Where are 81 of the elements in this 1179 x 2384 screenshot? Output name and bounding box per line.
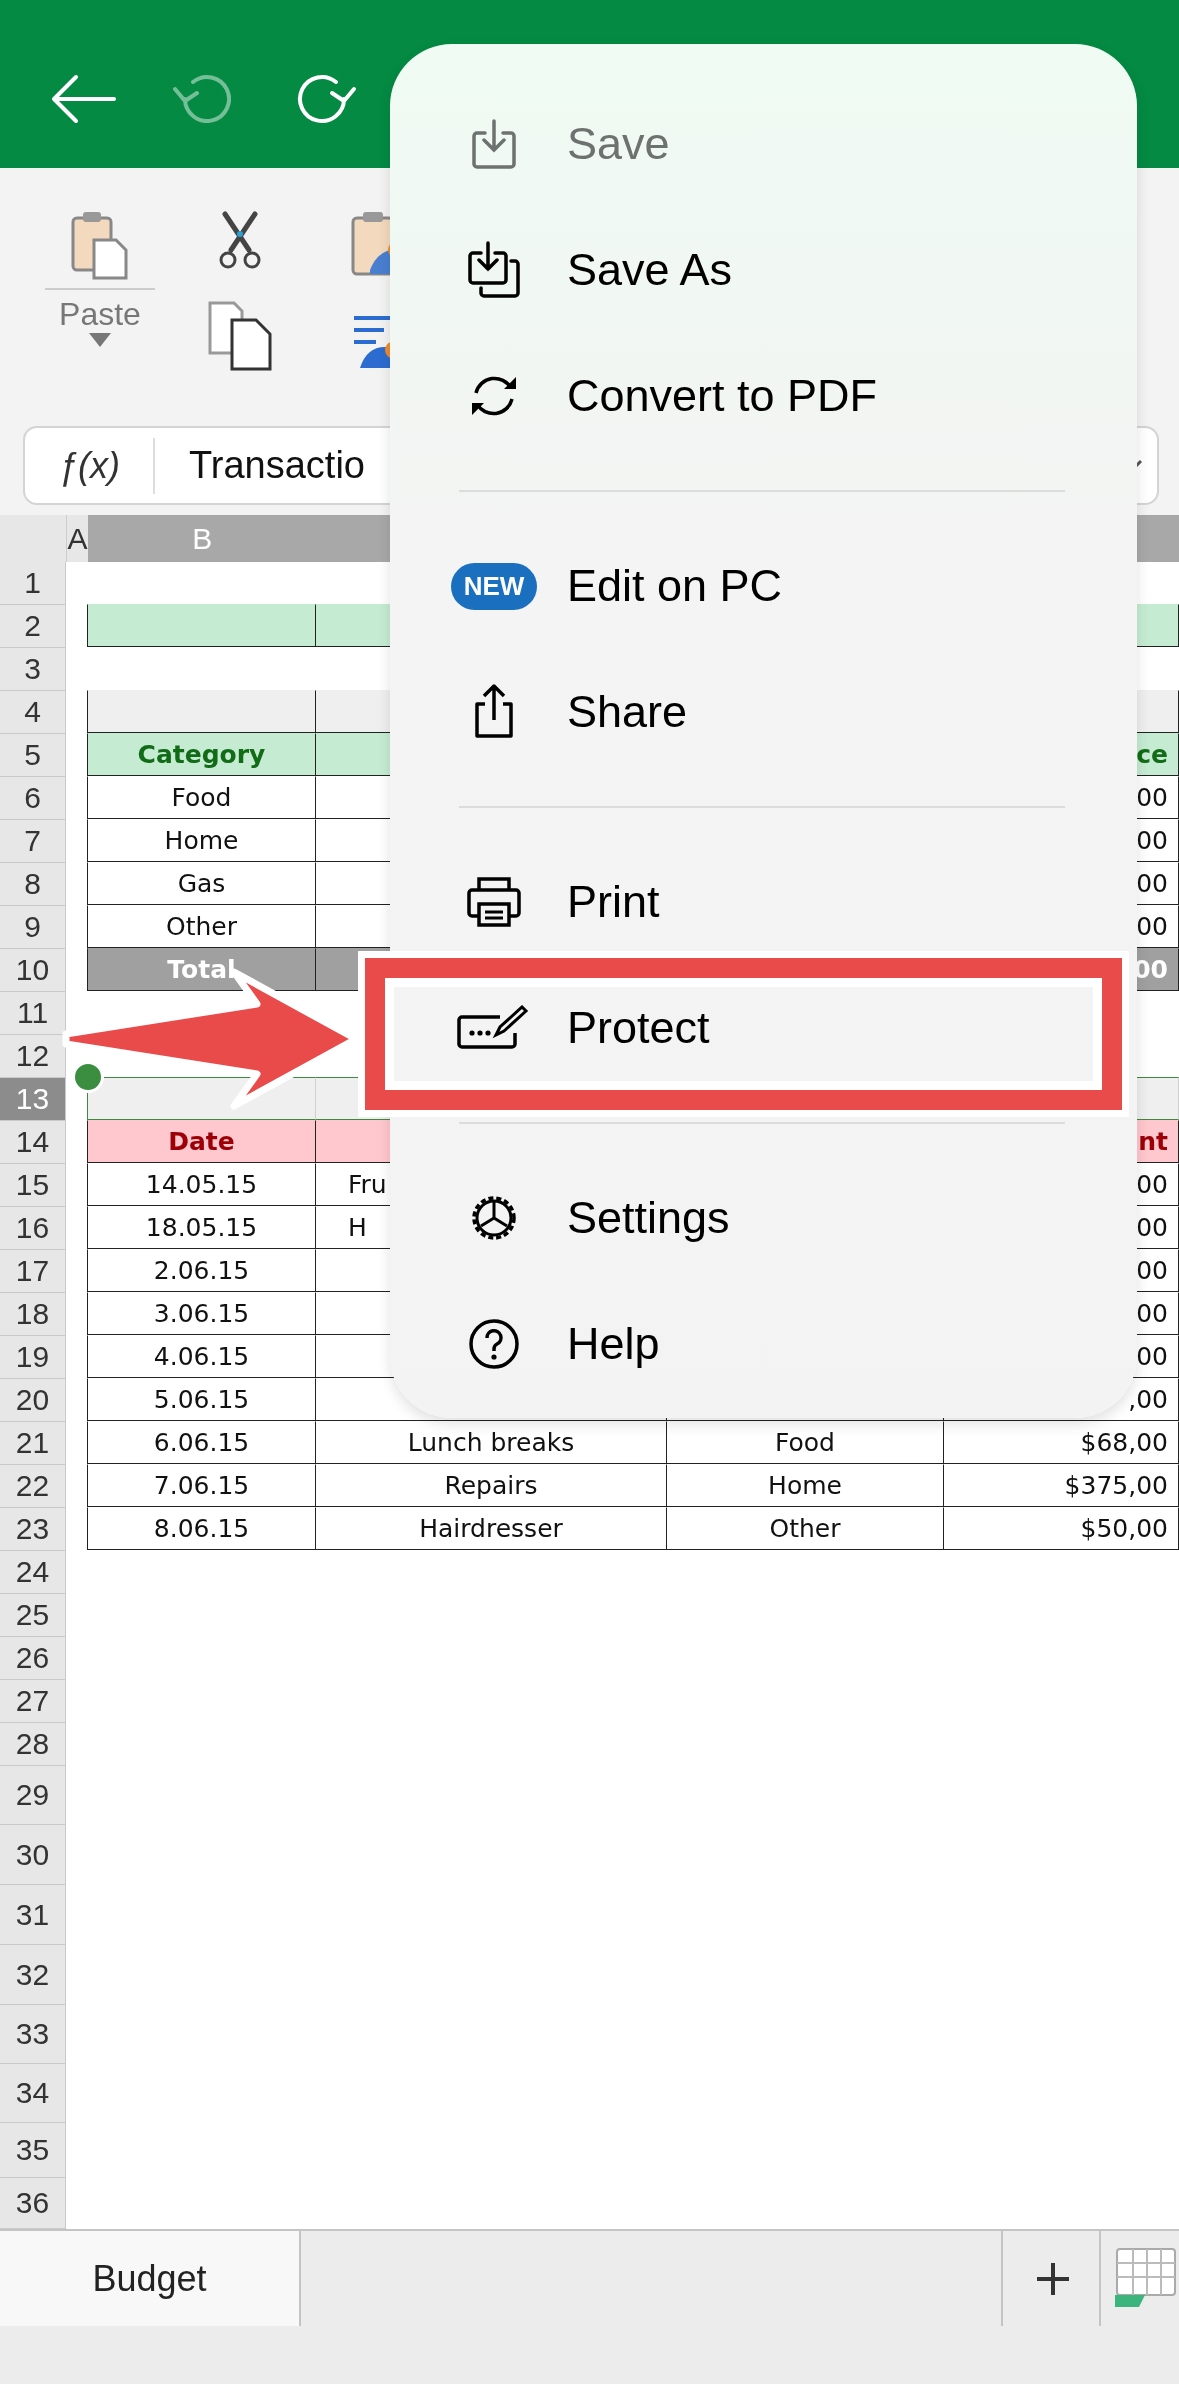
row-header[interactable]: 6	[0, 777, 66, 820]
row-header[interactable]: 19	[0, 1336, 66, 1379]
column-header[interactable]: A	[66, 515, 88, 562]
printer-icon	[466, 876, 522, 928]
menu-item[interactable]: Save As	[390, 207, 1137, 333]
menu-item[interactable]: NEW Edit on PC	[390, 523, 1137, 649]
table-cell: $50,00	[944, 1506, 1179, 1550]
paste-button[interactable]: Paste	[59, 296, 141, 333]
row-header[interactable]: 24	[0, 1551, 66, 1594]
row-header[interactable]: 9	[0, 906, 66, 949]
row-header[interactable]: 16	[0, 1207, 66, 1250]
row-header[interactable]: 32	[0, 1945, 66, 2005]
table-cell: Food	[667, 1420, 944, 1464]
row-header[interactable]: 3	[0, 648, 66, 691]
row-header[interactable]: 8	[0, 863, 66, 906]
table-cell: Hairdresser	[316, 1506, 667, 1550]
table-cell: Repairs	[316, 1463, 667, 1507]
row-header[interactable]: 10	[0, 949, 66, 992]
row-header[interactable]: 33	[0, 2005, 66, 2064]
corner-cell[interactable]	[0, 515, 67, 562]
table-cell: 5.06.15	[87, 1377, 316, 1421]
scissors-icon[interactable]	[217, 210, 263, 270]
clipboard-icon[interactable]	[70, 210, 130, 280]
new-badge: NEW	[450, 562, 538, 610]
row-header[interactable]: 15	[0, 1164, 66, 1207]
row-header[interactable]: 34	[0, 2064, 66, 2123]
table-cell: 7.06.15	[87, 1463, 316, 1507]
table-cell: Lunch breaks	[316, 1420, 667, 1464]
add-icon[interactable]	[1035, 2260, 1071, 2297]
table-cell: $68,00	[944, 1420, 1179, 1464]
download-icon	[471, 119, 517, 169]
table-cell: Category	[87, 732, 316, 776]
table-cell: Total	[87, 947, 316, 991]
row-header[interactable]: 25	[0, 1594, 66, 1637]
row-header[interactable]: 26	[0, 1637, 66, 1680]
table-cell: 3.06.15	[87, 1291, 316, 1335]
row-header[interactable]: 2	[0, 605, 66, 648]
row-header[interactable]: 5	[0, 734, 66, 777]
row-header[interactable]: 17	[0, 1250, 66, 1293]
function-button[interactable]: ƒ(x)	[25, 437, 155, 494]
table-cell: Gas	[87, 861, 316, 905]
table-cell: Other	[87, 904, 316, 948]
table-cell: Food	[87, 775, 316, 819]
table-cell: 6.06.15	[87, 1420, 316, 1464]
menu-item[interactable]: Convert to PDF	[390, 333, 1137, 459]
row-header[interactable]: 27	[0, 1680, 66, 1723]
row-header[interactable]: 14	[0, 1121, 66, 1164]
table-cell: Home	[87, 818, 316, 862]
share-icon	[472, 684, 516, 740]
row-header[interactable]: 21	[0, 1422, 66, 1465]
caret-icon[interactable]	[89, 333, 111, 347]
table-cell: 2.06.15	[87, 1248, 316, 1292]
formula-text: Transactio	[189, 444, 366, 487]
help-icon	[468, 1318, 520, 1370]
row-header[interactable]: 36	[0, 2178, 66, 2229]
table-cell: 18.05.15	[87, 1205, 316, 1249]
row-header[interactable]: 23	[0, 1508, 66, 1551]
row-header[interactable]: 28	[0, 1723, 66, 1766]
table-cell: 4.06.15	[87, 1334, 316, 1378]
row-header[interactable]: 30	[0, 1825, 66, 1885]
row-header[interactable]: 22	[0, 1465, 66, 1508]
row-header[interactable]: 18	[0, 1293, 66, 1336]
back-icon[interactable]	[50, 74, 116, 124]
row-header[interactable]: 20	[0, 1379, 66, 1422]
save-as-icon	[467, 241, 521, 299]
table-cell: $375,00	[944, 1463, 1179, 1507]
row-header[interactable]: 29	[0, 1766, 66, 1825]
row-header[interactable]: 31	[0, 1885, 66, 1945]
row-header[interactable]: 35	[0, 2123, 66, 2178]
table-cell: 8.06.15	[87, 1506, 316, 1550]
row-header[interactable]: 1	[0, 562, 66, 605]
row-header[interactable]: 12	[0, 1035, 66, 1078]
sheet-tab[interactable]: Budget	[0, 2231, 301, 2326]
row-header[interactable]: 11	[0, 992, 66, 1035]
copy-icon[interactable]	[207, 300, 273, 372]
row-header[interactable]: 7	[0, 820, 66, 863]
table-cell: Home	[667, 1463, 944, 1507]
table-cell: 14.05.15	[87, 1162, 316, 1206]
table-cell: Other	[667, 1506, 944, 1550]
table-cell: Date	[87, 1119, 316, 1163]
row-header[interactable]: 4	[0, 691, 66, 734]
